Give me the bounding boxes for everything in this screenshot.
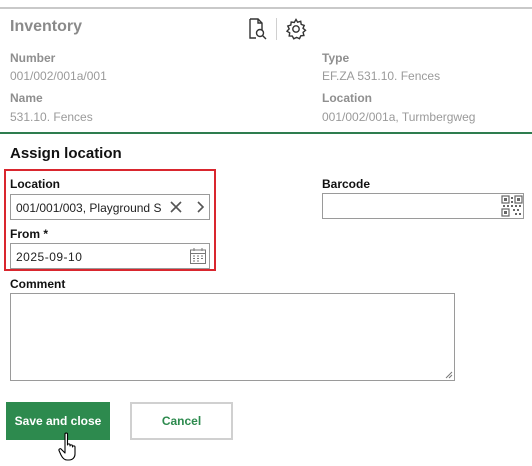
from-date-value: 2025-09-10 [16,250,83,264]
toolbar-separator [276,18,277,40]
barcode-label: Barcode [322,177,371,191]
assign-location-title: Assign location [10,145,122,162]
from-date-field[interactable]: 2025-09-10 [10,243,210,269]
location-field-value: 001/001/003, Playground S [16,201,162,215]
number-value: 001/002/001a/001 [10,69,107,83]
location-label: Location [322,91,372,105]
qr-code-icon[interactable] [501,195,523,217]
resize-handle-icon[interactable] [444,370,453,379]
barcode-input[interactable] [322,193,524,219]
type-value: EF.ZA 531.10. Fences [322,69,441,83]
location-field-label: Location [10,177,60,191]
section-divider [0,132,532,134]
location-value: 001/002/001a, Turmbergweg [322,110,476,124]
location-field[interactable]: 001/001/003, Playground S [10,194,210,220]
name-value: 531.10. Fences [10,110,93,124]
inventory-title: Inventory [10,18,83,35]
calendar-icon[interactable] [189,247,207,265]
inventory-header: Inventory [10,18,82,36]
comment-textarea[interactable] [10,293,455,381]
document-search-icon[interactable] [242,14,272,44]
cancel-button[interactable]: Cancel [130,402,233,440]
from-field-label: From * [10,227,49,241]
name-label: Name [10,91,43,105]
type-label: Type [322,51,350,65]
chevron-right-icon[interactable] [193,198,209,216]
gear-icon[interactable] [281,14,311,44]
top-divider [0,7,532,9]
clear-icon[interactable] [167,198,185,216]
hand-pointer-icon [58,432,82,462]
number-label: Number [10,51,56,65]
comment-label: Comment [10,277,66,291]
